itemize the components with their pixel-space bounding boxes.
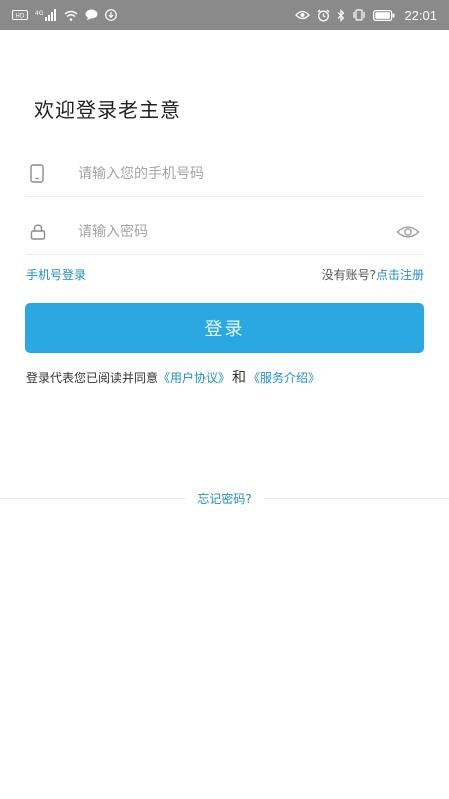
status-bar-left: HD 4G	[12, 9, 117, 21]
vibrate-icon	[352, 9, 366, 21]
phone-input[interactable]	[78, 165, 424, 182]
lock-icon	[26, 223, 54, 240]
agreement-and: 和	[232, 370, 247, 386]
svg-text:HD: HD	[15, 13, 25, 20]
login-screen: HD 4G 22:01 欢迎登录老主意 请输入您的手机号码 手机号登录 没有账号…	[0, 0, 449, 799]
download-icon	[105, 9, 117, 21]
forgot-password-row: 忘记密码?	[0, 488, 449, 508]
divider-left	[0, 497, 186, 499]
bluetooth-icon	[337, 8, 345, 22]
status-bar-right: 22:01	[295, 8, 437, 23]
wifi-icon	[64, 10, 78, 21]
eye-icon	[295, 10, 311, 20]
show-password-eye-icon[interactable]	[392, 225, 424, 239]
alarm-icon	[317, 9, 330, 22]
password-input[interactable]	[78, 223, 392, 240]
user-agreement-link[interactable]: 《用户协议》	[158, 371, 230, 385]
signal-4g-icon: 4G	[35, 9, 57, 21]
status-bar: HD 4G 22:01	[0, 0, 449, 30]
divider-right	[263, 497, 449, 499]
service-intro-link[interactable]: 《服务介绍》	[248, 371, 320, 385]
battery-icon	[373, 9, 395, 21]
message-icon	[85, 9, 98, 21]
agreement-text: 登录代表您已阅读并同意《用户协议》和《服务介绍》	[26, 367, 320, 387]
auth-links-row: 手机号登录 没有账号?点击注册	[26, 266, 424, 283]
phone-icon	[26, 164, 54, 183]
register-link[interactable]: 点击注册	[376, 268, 424, 282]
svg-text:4G: 4G	[35, 10, 44, 17]
password-field-row	[26, 209, 424, 255]
agreement-prefix: 登录代表您已阅读并同意	[26, 371, 159, 385]
register-prompt: 没有账号?点击注册	[322, 266, 424, 283]
hd-icon: HD	[12, 10, 28, 20]
phone-field-row	[26, 151, 424, 197]
forgot-password-link[interactable]: 忘记密码?	[185, 490, 263, 507]
status-time: 22:01	[404, 7, 437, 23]
no-account-text: 没有账号?	[321, 268, 376, 282]
page-title: 欢迎登录老主意	[34, 98, 181, 122]
login-button[interactable]: 登录	[25, 303, 424, 353]
phone-login-link[interactable]: 手机号登录	[26, 266, 86, 283]
